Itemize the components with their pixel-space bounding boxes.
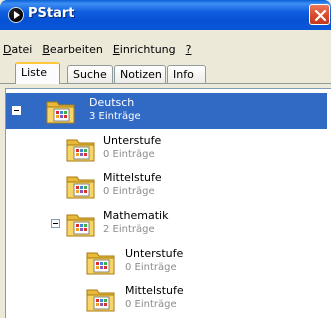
tree-item-count: 0 Einträge <box>125 299 177 310</box>
tree-item-label: Unterstufe <box>125 247 184 260</box>
menu-help[interactable]: ? <box>181 43 197 56</box>
pstart-window: PStart Datei Bearbeiten Einrichtung ? Li… <box>0 0 331 318</box>
tree-item[interactable]: Mathematik 2 Einträge <box>6 206 327 242</box>
tree-item-label: Deutsch <box>89 96 135 109</box>
menu-bearbeiten[interactable]: Bearbeiten <box>37 43 107 56</box>
window-title: PStart <box>28 6 75 21</box>
tree-panel[interactable]: Deutsch 3 Einträge Unterstufe 0 Einträge M… <box>5 88 331 318</box>
close-icon <box>314 9 327 22</box>
tree-item-label: Unterstufe <box>103 134 162 147</box>
tree-item-count: 0 Einträge <box>103 186 155 197</box>
menu-help-accel: ? <box>185 42 192 56</box>
tab-info[interactable]: Info <box>167 65 206 84</box>
title-bar[interactable]: PStart <box>0 0 331 30</box>
menu-einrichtung-label: inrichtung <box>119 42 176 56</box>
menu-einrichtung-accel: E <box>112 42 120 56</box>
tree-item[interactable]: Deutsch 3 Einträge <box>6 93 327 129</box>
minus-icon[interactable] <box>12 106 21 115</box>
menu-bearbeiten-accel: B <box>42 42 50 56</box>
folder-icon <box>65 209 97 239</box>
folder-icon <box>85 284 117 314</box>
tree-item[interactable]: Unterstufe 0 Einträge <box>6 244 327 280</box>
tree-item[interactable]: Mittelstufe 0 Einträge <box>6 168 327 204</box>
tree-item-count: 2 Einträge <box>103 224 155 235</box>
menu-datei-label: atei <box>11 42 33 56</box>
tab-strip: Liste Suche Notizen Info <box>0 62 331 84</box>
tab-suche[interactable]: Suche <box>67 65 113 84</box>
folder-icon <box>85 247 117 277</box>
close-button[interactable] <box>309 4 330 25</box>
minus-icon[interactable] <box>51 219 60 228</box>
tree-item-label: Mittelstufe <box>103 171 162 184</box>
tree-item[interactable]: Unterstufe 0 Einträge <box>6 131 327 167</box>
tree-item[interactable]: Mittelstufe 0 Einträge <box>6 281 327 317</box>
tree-item-label: Mathematik <box>103 209 169 222</box>
menu-bearbeiten-label: earbeiten <box>49 42 103 56</box>
pstart-logo-icon <box>8 7 24 23</box>
folder-icon <box>65 171 97 201</box>
tree-item-count: 3 Einträge <box>89 111 141 122</box>
folder-icon <box>65 134 97 164</box>
tab-notizen[interactable]: Notizen <box>114 65 166 84</box>
menu-bar: Datei Bearbeiten Einrichtung ? <box>0 38 331 60</box>
menu-einrichtung[interactable]: Einrichtung <box>108 43 181 56</box>
folder-icon <box>45 96 77 126</box>
tree-item-count: 0 Einträge <box>103 149 155 160</box>
tree-item-label: Mittelstufe <box>125 284 184 297</box>
menu-datei[interactable]: Datei <box>0 43 37 56</box>
tree-item-count: 0 Einträge <box>125 262 177 273</box>
tab-liste[interactable]: Liste <box>15 62 60 84</box>
